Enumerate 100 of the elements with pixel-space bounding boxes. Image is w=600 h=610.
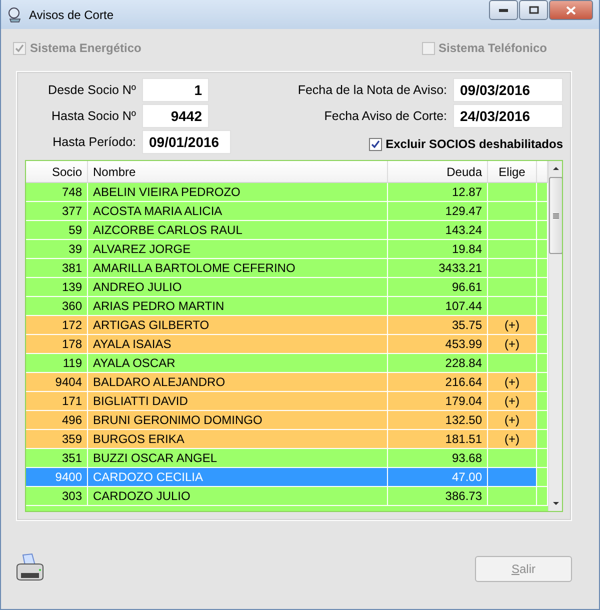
table-cell xyxy=(537,411,548,430)
table-cell xyxy=(488,297,537,316)
table-cell xyxy=(537,449,548,468)
table-row[interactable]: 351 BUZZI OSCAR ANGEL 93.68 xyxy=(26,449,548,468)
column-header[interactable]: Socio xyxy=(26,161,88,183)
field-label: Hasta Socio Nº xyxy=(50,109,136,123)
maximize-icon xyxy=(528,6,538,14)
table-cell: 216.64 xyxy=(388,373,488,392)
table-cell: CARDOZO CECILIA xyxy=(88,468,388,487)
table-cell xyxy=(488,354,537,373)
table-row[interactable]: 171 BIGLIATTI DAVID 179.04 (+) xyxy=(26,392,548,411)
table-cell: 359 xyxy=(26,430,88,449)
table-row[interactable]: 360 ARIAS PEDRO MARTIN 107.44 xyxy=(26,297,548,316)
table-cell: ARTIGAS GILBERTO xyxy=(88,316,388,335)
field-label: Hasta Período: xyxy=(52,135,136,149)
table-row[interactable]: 119 AYALA OSCAR 228.84 xyxy=(26,354,548,373)
table-cell: BIGLIATTI DAVID xyxy=(88,392,388,411)
table-cell: 181.51 xyxy=(388,430,488,449)
table-cell: AYALA OSCAR xyxy=(88,354,388,373)
table-cell xyxy=(537,335,548,354)
table-cell: CARDOZO JULIO xyxy=(88,487,388,506)
column-header[interactable]: Nombre xyxy=(88,161,388,183)
close-icon xyxy=(566,6,576,14)
table-cell: BRUNI GERONIMO DOMINGO xyxy=(88,411,388,430)
table-cell: 143.24 xyxy=(388,221,488,240)
table-cell xyxy=(537,316,548,335)
field-label: Fecha de la Nota de Aviso: xyxy=(298,83,447,97)
check-icon xyxy=(15,44,24,52)
table-row[interactable]: 359 BURGOS ERIKA 181.51 (+) xyxy=(26,430,548,449)
table-cell: 377 xyxy=(26,202,88,221)
table-cell xyxy=(537,278,548,297)
close-button[interactable] xyxy=(549,0,593,20)
table-row[interactable]: 303 CARDOZO JULIO 386.73 xyxy=(26,487,548,506)
table-cell: AMARILLA BARTOLOME CEFERINO xyxy=(88,259,388,278)
table-cell xyxy=(537,259,548,278)
table-cell xyxy=(537,221,548,240)
table-cell: (+) xyxy=(488,335,537,354)
table-cell: ANDREO JULIO xyxy=(88,278,388,297)
input-field[interactable]: 09/01/2016 xyxy=(142,130,231,154)
column-header xyxy=(537,161,548,183)
input-field[interactable]: 9442 xyxy=(142,104,209,128)
table-row[interactable]: 39 ALVAREZ JORGE 19.84 xyxy=(26,240,548,259)
maximize-button[interactable] xyxy=(519,0,548,20)
table-cell xyxy=(537,183,548,202)
table-cell: ARIAS PEDRO MARTIN xyxy=(88,297,388,316)
table-cell: AIZCORBE CARLOS RAUL xyxy=(88,221,388,240)
column-header[interactable]: Elige xyxy=(488,161,537,183)
field-label: Desde Socio Nº xyxy=(47,83,136,97)
table-cell xyxy=(488,221,537,240)
table-cell: 9400 xyxy=(26,468,88,487)
table-row[interactable]: 496 BRUNI GERONIMO DOMINGO 132.50 (+) xyxy=(26,411,548,430)
table-cell: ALVAREZ JORGE xyxy=(88,240,388,259)
minimize-button[interactable] xyxy=(489,0,518,20)
table-cell xyxy=(488,240,537,259)
table-row[interactable]: 9404 BALDARO ALEJANDRO 216.64 (+) xyxy=(26,373,548,392)
scroll-thumb[interactable] xyxy=(549,177,562,254)
table-cell xyxy=(488,259,537,278)
table-cell: 171 xyxy=(26,392,88,411)
input-field[interactable]: 09/03/2016 xyxy=(453,78,563,102)
table-cell: 139 xyxy=(26,278,88,297)
table-cell: 386.73 xyxy=(388,487,488,506)
table-row[interactable]: 178 AYALA ISAIAS 453.99 (+) xyxy=(26,335,548,354)
table-cell: BALDARO ALEJANDRO xyxy=(88,373,388,392)
table-cell: 96.61 xyxy=(388,278,488,297)
table-cell: 178 xyxy=(26,335,88,354)
table-cell: 93.68 xyxy=(388,449,488,468)
table-cell xyxy=(488,449,537,468)
table-cell: 381 xyxy=(26,259,88,278)
table-cell: (+) xyxy=(488,392,537,411)
table-cell xyxy=(488,183,537,202)
table-cell: 179.04 xyxy=(388,392,488,411)
table-cell: 351 xyxy=(26,449,88,468)
table-cell xyxy=(537,297,548,316)
input-field[interactable]: 24/03/2016 xyxy=(453,104,563,128)
table-cell: 47.00 xyxy=(388,468,488,487)
table-row[interactable]: 381 AMARILLA BARTOLOME CEFERINO 3433.21 xyxy=(26,259,548,278)
table-row[interactable]: 172 ARTIGAS GILBERTO 35.75 (+) xyxy=(26,316,548,335)
column-header[interactable]: Deuda xyxy=(388,161,488,183)
table-cell xyxy=(537,373,548,392)
checkbox[interactable]: Excluir SOCIOS deshabilitados xyxy=(368,137,563,151)
table-cell: 19.84 xyxy=(388,240,488,259)
table-cell: (+) xyxy=(488,411,537,430)
table-cell: 496 xyxy=(26,411,88,430)
table-cell: 132.50 xyxy=(388,411,488,430)
input-field[interactable]: 1 xyxy=(142,78,209,102)
table-cell: BUZZI OSCAR ANGEL xyxy=(88,449,388,468)
table-cell: (+) xyxy=(488,316,537,335)
table-cell: 453.99 xyxy=(388,335,488,354)
table-cell: 748 xyxy=(26,183,88,202)
table-cell: ABELIN VIEIRA PEDROZO xyxy=(88,183,388,202)
table-row[interactable]: 748 ABELIN VIEIRA PEDROZO 12.87 xyxy=(26,183,548,202)
table-cell: 12.87 xyxy=(388,183,488,202)
table-cell xyxy=(537,487,548,506)
table-cell: 129.47 xyxy=(388,202,488,221)
field-label: Fecha Aviso de Corte: xyxy=(324,109,447,123)
window-title: Avisos de Corte xyxy=(29,8,114,22)
table-row[interactable]: 139 ANDREO JULIO 96.61 xyxy=(26,278,548,297)
table-row[interactable]: 377 ACOSTA MARIA ALICIA 129.47 xyxy=(26,202,548,221)
scrollbar[interactable] xyxy=(548,161,562,511)
table-row[interactable]: 59 AIZCORBE CARLOS RAUL 143.24 xyxy=(26,221,548,240)
